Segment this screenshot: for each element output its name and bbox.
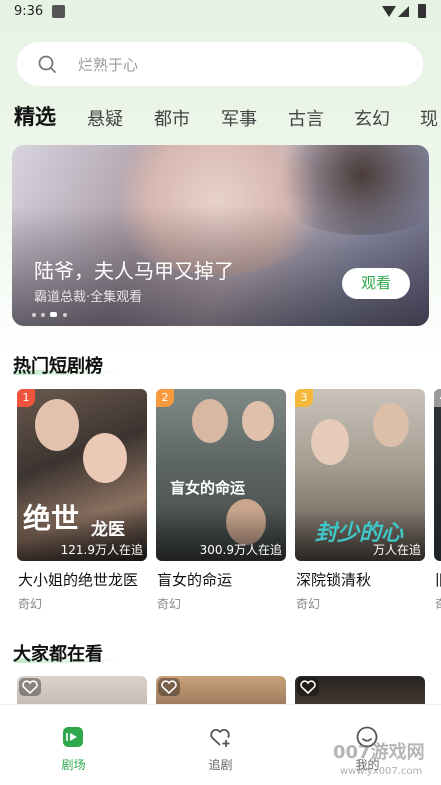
carousel-dot[interactable] <box>32 313 36 317</box>
drama-title: 旧 <box>435 569 441 590</box>
follow-heart-icon[interactable] <box>297 678 319 696</box>
rank-badge: 2 <box>156 389 174 407</box>
notification-icon <box>52 5 65 18</box>
tab-urban[interactable]: 都市 <box>154 105 190 131</box>
carousel-dot-active[interactable] <box>50 312 57 317</box>
site-watermark-url: www.yx007.com <box>340 766 423 777</box>
follow-heart-icon[interactable] <box>19 678 41 696</box>
popular-card[interactable] <box>156 676 286 704</box>
popular-list <box>0 676 441 704</box>
heart-plus-icon <box>210 729 230 747</box>
carousel-dot[interactable] <box>63 313 67 317</box>
search-icon <box>38 55 56 73</box>
view-count: 121.9万人在追 <box>60 543 143 557</box>
watch-button[interactable]: 观看 <box>342 268 410 299</box>
popular-card[interactable] <box>17 676 147 704</box>
nav-label: 追剧 <box>208 758 233 772</box>
search-placeholder: 烂熟于心 <box>78 56 139 74</box>
view-count: 300.9万人在追 <box>199 543 282 557</box>
site-watermark: 007游戏网 <box>333 742 425 763</box>
drama-cover: 盲女的命运 2 300.9万人在追 <box>156 389 286 561</box>
banner-subtitle: 霸道总裁·全集观看 <box>34 290 143 305</box>
tab-modern[interactable]: 现 <box>420 105 438 131</box>
drama-genre: 奇 <box>435 595 441 612</box>
cover-title-art: 盲女的命运 <box>170 479 246 497</box>
drama-cover: 封少的心 3 万人在追 <box>295 389 425 561</box>
drama-genre: 奇幻 <box>296 597 321 611</box>
search-input[interactable]: 烂熟于心 <box>17 42 423 86</box>
tab-suspense[interactable]: 悬疑 <box>87 105 123 131</box>
status-time: 9:36 <box>14 4 44 19</box>
drama-cover: 4 <box>434 389 441 561</box>
tab-military[interactable]: 军事 <box>221 105 257 131</box>
watch-section-title: 大家都在看 <box>13 644 103 665</box>
cover-figure <box>35 399 79 451</box>
follow-heart-icon[interactable] <box>158 678 180 696</box>
cover-figure <box>83 433 127 483</box>
nav-label: 剧场 <box>61 758 86 772</box>
drama-cover: 绝世 龙医 1 121.9万人在追 <box>17 389 147 561</box>
carousel-dot[interactable] <box>41 313 45 317</box>
wifi-icon <box>382 6 396 17</box>
drama-genre: 奇幻 <box>157 597 182 611</box>
cover-figure <box>192 399 228 443</box>
drama-title: 大小姐的绝世龙医 <box>18 571 139 589</box>
view-count: 万人在追 <box>372 543 421 557</box>
nav-follow[interactable]: 追剧 <box>147 705 294 785</box>
popular-card[interactable] <box>295 676 425 704</box>
tab-ancient-romance[interactable]: 古言 <box>288 105 324 131</box>
cover-title-art: 龙医 <box>91 520 125 540</box>
hot-drama-list: 绝世 龙医 1 121.9万人在追 大小姐的绝世龙医 奇幻 盲女的命运 2 30… <box>0 389 441 619</box>
signal-icon <box>398 6 409 17</box>
drama-genre: 奇幻 <box>18 597 43 611</box>
cover-figure <box>373 403 409 447</box>
banner-title: 陆爷，夫人马甲又掉了 <box>34 259 234 283</box>
cover-figure <box>242 401 274 441</box>
drama-title: 深院锁清秋 <box>296 571 372 589</box>
theater-icon <box>63 727 83 747</box>
rank-badge: 1 <box>17 389 35 407</box>
battery-icon <box>418 4 426 18</box>
rank-badge: 3 <box>295 389 313 407</box>
tab-fantasy[interactable]: 玄幻 <box>354 105 390 131</box>
tab-featured[interactable]: 精选 <box>14 101 56 131</box>
cover-title-art: 绝世 <box>23 502 80 535</box>
drama-title: 盲女的命运 <box>157 571 233 589</box>
cover-figure <box>311 419 349 465</box>
rank-badge: 4 <box>434 389 441 407</box>
featured-banner[interactable]: 陆爷，夫人马甲又掉了 霸道总裁·全集观看 观看 <box>12 145 429 326</box>
hot-section-title: 热门短剧榜 <box>13 356 103 377</box>
nav-theater[interactable]: 剧场 <box>0 705 147 785</box>
category-tabs: 精选 悬疑 都市 军事 古言 玄幻 现 <box>14 101 441 133</box>
status-bar: 9:36 <box>0 0 441 26</box>
